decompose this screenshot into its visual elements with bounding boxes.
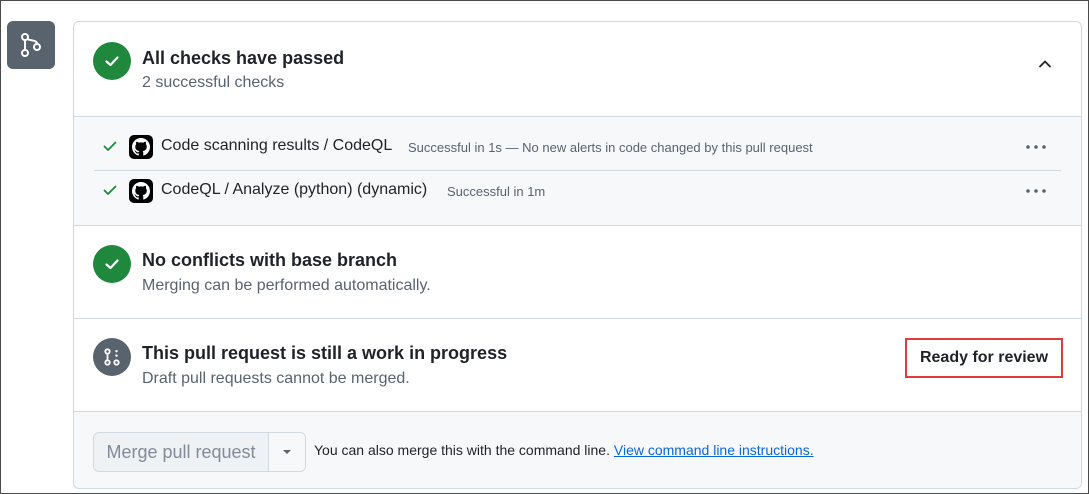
- merge-pull-request-button[interactable]: Merge pull request: [94, 433, 269, 471]
- check-name[interactable]: CodeQL / Analyze (python) (dynamic): [161, 181, 427, 199]
- checks-list: Code scanning results / CodeQL Successfu…: [74, 117, 1081, 225]
- chevron-up-icon[interactable]: [1033, 52, 1057, 76]
- checks-title: All checks have passed: [142, 48, 345, 68]
- list-item[interactable]: Code scanning results / CodeQL Successfu…: [74, 125, 1081, 169]
- check-description: Successful in 1s — No new alerts in code…: [408, 140, 813, 155]
- conflicts-section: No conflicts with base branch Merging ca…: [74, 226, 1081, 318]
- draft-section: This pull request is still a work in pro…: [74, 319, 1081, 411]
- kebab-horizontal-icon[interactable]: [1023, 135, 1049, 159]
- draft-subtitle: Draft pull requests cannot be merged.: [142, 370, 410, 387]
- checks-subtitle: 2 successful checks: [142, 74, 285, 91]
- merge-section: Merge pull request You can also merge th…: [74, 412, 1081, 488]
- draft-title: This pull request is still a work in pro…: [142, 343, 508, 363]
- ready-for-review-button[interactable]: Ready for review: [905, 338, 1063, 378]
- check-circle-icon: [93, 42, 131, 80]
- github-logo-icon: [129, 135, 153, 159]
- github-logo-icon: [129, 179, 153, 203]
- check-name[interactable]: Code scanning results / CodeQL: [161, 137, 392, 155]
- merge-hint-text: You can also merge this with the command…: [314, 442, 610, 458]
- command-line-instructions-link[interactable]: View command line instructions.: [614, 442, 814, 458]
- git-branch-icon: [7, 21, 55, 69]
- merge-hint: You can also merge this with the command…: [314, 442, 814, 458]
- conflicts-subtitle: Merging can be performed automatically.: [142, 277, 431, 294]
- kebab-horizontal-icon[interactable]: [1023, 179, 1049, 203]
- triangle-down-icon[interactable]: [269, 433, 305, 471]
- merge-button-group: Merge pull request: [93, 432, 306, 472]
- check-icon: [102, 138, 118, 159]
- check-description: Successful in 1m: [447, 184, 546, 199]
- checks-summary: All checks have passed 2 successful chec…: [74, 22, 1081, 116]
- list-item[interactable]: CodeQL / Analyze (python) (dynamic) Succ…: [74, 169, 1081, 213]
- conflicts-title: No conflicts with base branch: [142, 250, 398, 270]
- merge-box: All checks have passed 2 successful chec…: [73, 21, 1082, 489]
- check-icon: [102, 182, 118, 203]
- git-pull-request-draft-icon: [93, 338, 131, 376]
- check-circle-icon: [93, 245, 131, 283]
